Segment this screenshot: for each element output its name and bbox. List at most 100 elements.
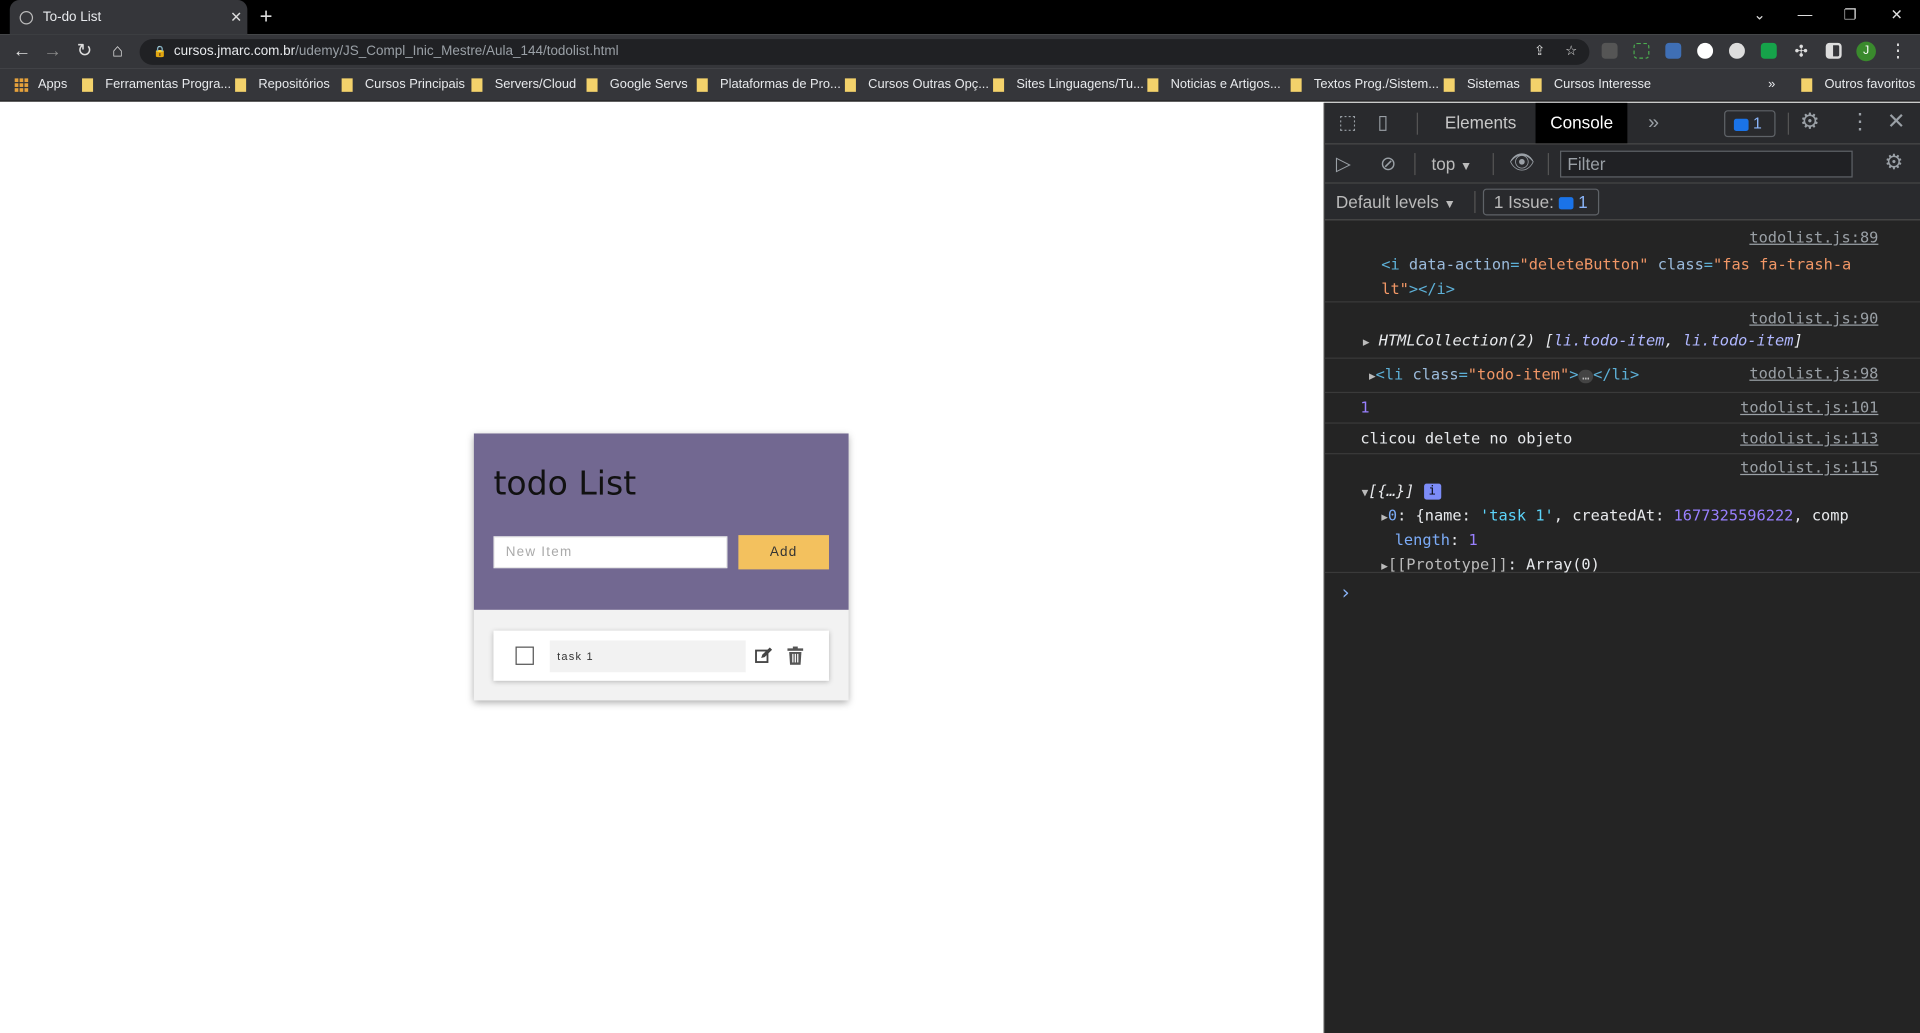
filter-input[interactable]: Filter <box>1560 150 1853 178</box>
bookmark-folder[interactable]: Noticias e Artigos... <box>1147 75 1281 95</box>
clear-console-icon[interactable]: ⊘ <box>1380 152 1396 176</box>
array-label: [{…}] <box>1368 481 1415 500</box>
eye-icon[interactable]: 👁 <box>1509 151 1535 175</box>
console-log-entry: todolist.js:101 1 <box>1324 394 1920 424</box>
log-message[interactable]: ▶<li class="todo-item">… </li> <box>1369 365 1639 383</box>
close-devtools-icon[interactable]: ✕ <box>1887 109 1905 135</box>
folder-icon <box>1801 77 1813 92</box>
bookmark-folder[interactable]: Servers/Cloud <box>471 75 576 95</box>
side-panel-icon[interactable] <box>1825 42 1842 59</box>
bookmark-folder[interactable]: Repositórios <box>235 75 330 95</box>
reload-icon[interactable]: ↻ <box>72 39 96 63</box>
more-tabs-button[interactable]: » <box>1633 103 1673 143</box>
browser-tab[interactable]: To-do List ✕ <box>9 0 248 35</box>
collection-label: HTMLCollection(2) [ <box>1378 330 1554 349</box>
bookmark-folder[interactable]: Ferramentas Progra... <box>82 75 231 95</box>
profile-avatar[interactable]: J <box>1856 41 1876 62</box>
context-selector[interactable]: top ▼ <box>1431 154 1472 174</box>
other-bookmarks[interactable]: Outros favoritos <box>1801 75 1915 95</box>
log-source-link[interactable]: todolist.js:98 <box>1749 364 1878 382</box>
array-summary[interactable]: ▼[{…}] i <box>1362 481 1441 500</box>
array-index: 0 <box>1387 505 1398 525</box>
sidebar-toggle-icon[interactable]: ▷ <box>1336 152 1351 176</box>
bookmark-label: Noticias e Artigos... <box>1170 77 1281 92</box>
log-text: clicou delete no objeto <box>1360 428 1573 447</box>
browser-menu-icon[interactable]: ⋮ <box>1886 39 1910 63</box>
log-message[interactable]: ▶ HTMLCollection(2) [li.todo-item, li.to… <box>1363 331 1803 349</box>
issue-label: 1 Issue: <box>1493 192 1554 212</box>
log-source-link[interactable]: todolist.js:101 <box>1740 398 1878 416</box>
todo-card: todo List Add task 1 <box>473 433 849 701</box>
close-window-button[interactable]: ✕ <box>1885 6 1909 23</box>
minimize-button[interactable]: — <box>1793 6 1817 23</box>
apps-grid-icon <box>14 77 29 92</box>
divider <box>1547 153 1549 176</box>
bookmark-folder[interactable]: Cursos Principais <box>341 75 465 95</box>
settings-gear-icon[interactable]: ⚙ <box>1800 109 1820 135</box>
extension-crop-icon[interactable] <box>1633 42 1650 59</box>
tab-close-button[interactable]: ✕ <box>225 9 247 26</box>
new-tab-button[interactable]: + <box>260 5 273 27</box>
extensions-puzzle-icon[interactable]: ✣ <box>1789 39 1813 63</box>
log-source-link[interactable]: todolist.js:113 <box>1740 429 1878 447</box>
device-toolbar-icon[interactable]: ▯ <box>1378 110 1389 134</box>
divider <box>1416 112 1418 135</box>
log-levels-dropdown[interactable]: Default levels ▼ <box>1336 192 1456 212</box>
bookmark-apps[interactable]: Apps <box>14 75 67 95</box>
console-prompt[interactable]: › <box>1340 580 1352 603</box>
home-icon[interactable]: ⌂ <box>105 39 129 63</box>
tab-elements[interactable]: Elements <box>1430 103 1531 143</box>
log-source-link[interactable]: todolist.js:115 <box>1740 458 1878 476</box>
todo-header: todo List Add <box>473 433 849 610</box>
array-item-row[interactable]: ▶0: {name: 'task 1', createdAt: 16773255… <box>1381 506 1889 524</box>
bookmark-folder[interactable]: Sistemas <box>1443 75 1520 95</box>
property-value: Array(0) <box>1526 554 1600 574</box>
console-settings-icon[interactable]: ⚙ <box>1885 151 1904 175</box>
issues-link[interactable]: 1 Issue: 1 <box>1482 188 1599 216</box>
bookmark-folder[interactable]: Cursos Interesse <box>1530 75 1651 95</box>
extension-gear-icon[interactable] <box>1601 42 1618 59</box>
levels-label: Default levels <box>1335 192 1439 212</box>
bookmark-folder[interactable]: Plataformas de Pro... <box>696 75 841 95</box>
issues-counter-button[interactable]: 1 <box>1724 110 1776 138</box>
bookmarks-overflow-button[interactable]: » <box>1768 75 1775 95</box>
forward-icon[interactable]: → <box>40 39 64 63</box>
edit-icon[interactable] <box>754 647 773 665</box>
bookmark-folder[interactable]: Cursos Outras Opç... <box>844 75 989 95</box>
extension-circle-icon[interactable] <box>1697 42 1714 59</box>
folder-icon <box>471 77 483 92</box>
add-button[interactable]: Add <box>738 535 829 570</box>
more-options-icon[interactable]: ⋮ <box>1849 109 1871 135</box>
info-icon[interactable]: i <box>1423 483 1441 500</box>
console-toolbar: ▷ ⊘ top ▼ 👁 Filter ⚙ <box>1324 144 1920 184</box>
bookmark-folder[interactable]: Sites Linguagens/Tu... <box>993 75 1144 95</box>
extension-green-icon[interactable] <box>1760 42 1777 59</box>
bookmark-folder[interactable]: Google Servs <box>586 75 688 95</box>
tab-search-icon[interactable]: ⌄ <box>1747 6 1771 23</box>
address-bar[interactable]: 🔒 cursos.jmarc.com.br/udemy/JS_Compl_Ini… <box>139 39 1590 65</box>
page-title: todo List <box>493 465 637 504</box>
issue-count: 1 <box>1578 192 1588 212</box>
star-icon[interactable]: ☆ <box>1565 39 1577 65</box>
todo-item-name: task 1 <box>549 640 746 673</box>
expand-arrow-icon[interactable]: ▶ <box>1363 337 1370 349</box>
bookmark-label: Cursos Principais <box>364 77 465 92</box>
back-icon[interactable]: ← <box>10 39 34 63</box>
log-source-link[interactable]: todolist.js:89 <box>1749 228 1878 246</box>
restore-button[interactable]: ❐ <box>1838 6 1862 23</box>
collapsed-ellipsis[interactable]: … <box>1578 369 1594 383</box>
tab-console[interactable]: Console <box>1535 102 1628 144</box>
prototype-row[interactable]: ▶[[Prototype]]: Array(0) <box>1381 555 1600 573</box>
trash-icon[interactable] <box>787 646 804 665</box>
log-source-link[interactable]: todolist.js:90 <box>1749 309 1878 327</box>
inspect-element-icon[interactable]: ⬚ <box>1338 110 1357 134</box>
bookmark-folder[interactable]: Textos Prog./Sistem... <box>1290 75 1439 95</box>
extension-screen-icon[interactable] <box>1665 42 1682 59</box>
extension-react-icon[interactable] <box>1728 42 1745 59</box>
log-message[interactable]: <i data-action="deleteButton" class="fas… <box>1381 252 1851 301</box>
share-icon[interactable]: ⇪ <box>1534 39 1545 65</box>
bookmark-label: Textos Prog./Sistem... <box>1313 77 1439 92</box>
new-item-input[interactable] <box>493 536 728 569</box>
attr-name: data-action <box>1408 254 1511 274</box>
todo-checkbox[interactable] <box>515 646 534 665</box>
